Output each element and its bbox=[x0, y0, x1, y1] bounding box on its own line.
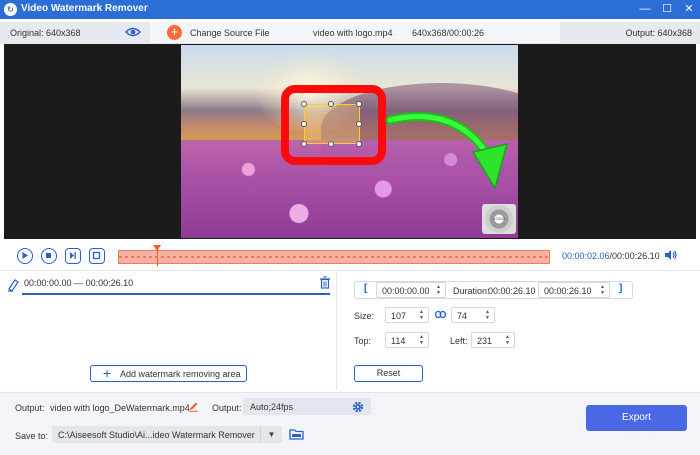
window-title: Video Watermark Remover bbox=[21, 3, 148, 14]
playhead[interactable] bbox=[153, 245, 161, 266]
edit-pencil-icon[interactable] bbox=[188, 401, 199, 412]
timeline-track[interactable] bbox=[118, 250, 550, 264]
top-field[interactable]: 114 ▲ ▼ bbox=[385, 332, 429, 348]
size-label: Size: bbox=[354, 311, 375, 321]
stop-icon bbox=[46, 253, 51, 258]
height-stepper[interactable]: ▲ ▼ bbox=[485, 309, 491, 321]
minimize-button[interactable]: — bbox=[637, 2, 653, 17]
close-button[interactable]: ✕ bbox=[681, 2, 697, 17]
segment-bar bbox=[22, 293, 330, 295]
segment-start: 00:00:00.00 bbox=[24, 278, 72, 288]
next-frame-button[interactable] bbox=[65, 248, 81, 264]
green-arrow-icon bbox=[385, 112, 509, 190]
resize-handle[interactable] bbox=[301, 101, 307, 107]
save-path-value: C:\Aiseesoft Studio\Ai...ideo Watermark … bbox=[58, 430, 255, 440]
fullscreen-icon bbox=[92, 251, 101, 260]
start-time-value: 00:00:00.00 bbox=[382, 286, 430, 296]
total-time: /00:00:26.10 bbox=[609, 251, 660, 261]
output-format-value: Auto;24fps bbox=[250, 402, 294, 412]
top-label: Top: bbox=[354, 336, 372, 346]
save-to-label: Save to: bbox=[15, 431, 49, 441]
current-time: 00:00:02.06 bbox=[562, 251, 610, 261]
save-path-dropdown[interactable]: C:\Aiseesoft Studio\Ai...ideo Watermark … bbox=[52, 426, 282, 443]
height-field[interactable]: 74 ▲ ▼ bbox=[451, 307, 495, 323]
stop-button[interactable] bbox=[41, 248, 57, 264]
watermark-selection-box[interactable] bbox=[304, 104, 360, 144]
resize-handle[interactable] bbox=[328, 101, 334, 107]
segment-separator: — bbox=[74, 278, 84, 288]
left-value: 231 bbox=[477, 336, 493, 346]
folder-icon[interactable] bbox=[289, 428, 304, 440]
end-time-value: 00:00:26.10 bbox=[544, 286, 592, 296]
file-name: video with logo.mp4 bbox=[313, 28, 393, 38]
duration-label: Duration: bbox=[453, 286, 490, 296]
add-source-icon[interactable]: + bbox=[167, 25, 182, 40]
divider bbox=[0, 270, 700, 271]
end-time-field[interactable]: 00:00:26.10 ▲ ▼ bbox=[538, 282, 610, 298]
export-button[interactable]: Export bbox=[586, 405, 687, 431]
set-start-button[interactable]: [ bbox=[364, 283, 367, 294]
maximize-button[interactable]: ☐ bbox=[659, 2, 675, 17]
fullscreen-button[interactable] bbox=[89, 248, 105, 264]
eye-icon[interactable] bbox=[125, 26, 141, 38]
left-field[interactable]: 231 ▲ ▼ bbox=[471, 332, 515, 348]
segment-end: 00:00:26.10 bbox=[85, 278, 134, 288]
reset-button[interactable]: Reset bbox=[354, 365, 423, 382]
resize-handle[interactable] bbox=[356, 141, 362, 147]
app-logo-icon: ↻ bbox=[4, 3, 17, 16]
output-size-label: Output: 640x368 bbox=[625, 28, 692, 38]
original-size-panel: Original: 640x368 bbox=[0, 22, 150, 44]
gear-icon[interactable] bbox=[352, 401, 364, 413]
output-label: Output: bbox=[15, 403, 45, 413]
top-value: 114 bbox=[391, 336, 406, 346]
timecode: 00:00:02.06/00:00:26.10 bbox=[562, 251, 660, 261]
resize-handle[interactable] bbox=[328, 141, 334, 147]
left-label: Left: bbox=[450, 336, 468, 346]
info-bar: Original: 640x368 + Change Source File v… bbox=[0, 22, 700, 44]
title-bar: ↻ Video Watermark Remover — ☐ ✕ bbox=[0, 0, 700, 19]
width-value: 107 bbox=[391, 311, 407, 321]
start-time-field[interactable]: 00:00:00.00 ▲ ▼ bbox=[376, 282, 446, 298]
output-file-name: video with logo_DeWatermark.mp4 bbox=[50, 403, 190, 413]
original-size-label: Original: 640x368 bbox=[10, 28, 81, 38]
add-watermark-area-button[interactable]: + Add watermark removing area bbox=[90, 365, 247, 382]
volume-icon[interactable] bbox=[664, 249, 678, 261]
resize-handle[interactable] bbox=[356, 121, 362, 127]
resize-handle[interactable] bbox=[301, 141, 307, 147]
duration-value: 00:00:26.10 bbox=[488, 286, 536, 296]
end-time-stepper[interactable]: ▲ ▼ bbox=[600, 284, 606, 296]
change-source-button[interactable]: Change Source File bbox=[190, 28, 270, 38]
resize-handle[interactable] bbox=[301, 121, 307, 127]
file-info: 640x368/00:00:26 bbox=[412, 28, 485, 38]
play-icon bbox=[22, 252, 28, 259]
plus-icon: + bbox=[103, 365, 112, 381]
resize-handle[interactable] bbox=[356, 101, 362, 107]
next-frame-icon bbox=[70, 252, 76, 259]
link-icon[interactable] bbox=[435, 310, 446, 319]
chevron-down-icon[interactable]: ▼ bbox=[260, 426, 282, 443]
eraser-icon bbox=[8, 279, 19, 292]
top-stepper[interactable]: ▲ ▼ bbox=[419, 334, 425, 346]
play-button[interactable] bbox=[17, 248, 33, 264]
width-field[interactable]: 107 ▲ ▼ bbox=[385, 307, 429, 323]
start-time-stepper[interactable]: ▲ ▼ bbox=[436, 284, 442, 296]
output-format-label: Output: bbox=[212, 403, 242, 413]
output-size-panel: Output: 640x368 bbox=[560, 22, 700, 44]
segment-range[interactable]: 00:00:00.00 — 00:00:26.10 bbox=[24, 278, 133, 288]
add-watermark-area-label: Add watermark removing area bbox=[120, 369, 241, 379]
width-stepper[interactable]: ▲ ▼ bbox=[419, 309, 425, 321]
set-end-button[interactable]: ] bbox=[619, 283, 622, 294]
watermark-logo-disc: LOGO bbox=[485, 205, 513, 233]
watermark-logo: LOGO bbox=[482, 204, 516, 234]
trash-icon[interactable] bbox=[319, 276, 331, 289]
height-value: 74 bbox=[457, 311, 468, 321]
left-stepper[interactable]: ▲ ▼ bbox=[505, 334, 511, 346]
